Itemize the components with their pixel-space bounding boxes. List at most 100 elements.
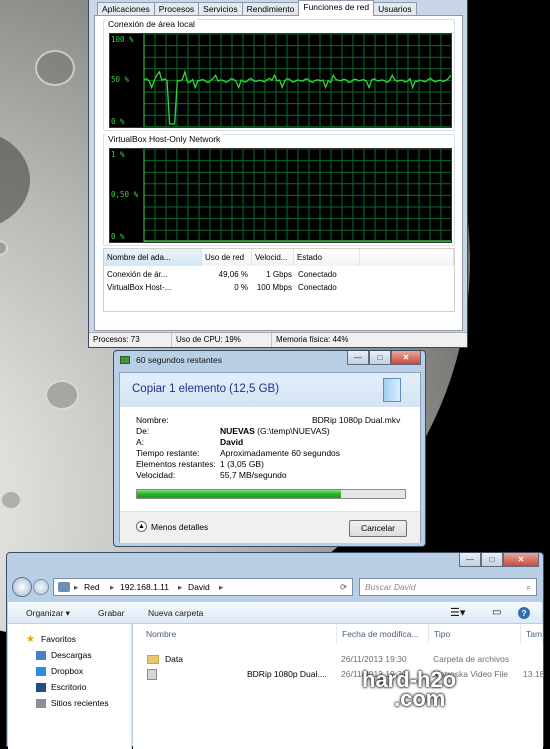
source-folder-link[interactable]: NUEVAS (220, 426, 255, 436)
table-row[interactable]: Conexión de ár... 49,06 % 1 Gbps Conecta… (104, 268, 454, 281)
nav-item-descargas[interactable]: Descargas (36, 650, 92, 660)
explorer-window: — □ ✕ ▸ Red ▸ 192.168.1.11 ▸ David ▸ ⟳ B… (6, 552, 545, 749)
list-item[interactable]: Data 26/11/2013 19:30 Carpeta de archivo… (133, 652, 543, 666)
nav-item-sitios-recientes[interactable]: Sitios recientes (36, 698, 109, 708)
column-header-date[interactable]: Fecha de modifica... (337, 624, 429, 644)
task-manager-window: Aplicaciones Procesos Servicios Rendimie… (88, 0, 468, 348)
tab-usuarios[interactable]: Usuarios (373, 2, 417, 16)
networking-panel: Conexión de área local 100 % 50 % 0 % Vi… (94, 15, 463, 331)
y-label-mid: 0,50 % (111, 190, 139, 199)
breadcrumb-david[interactable]: David (188, 579, 210, 595)
status-processes: Procesos: 73 (93, 335, 140, 344)
new-folder-button[interactable]: Nueva carpeta (148, 602, 203, 624)
column-header-usage[interactable]: Uso de red (202, 249, 252, 266)
y-label-bottom: 0 % (111, 117, 125, 126)
breadcrumb-separator-icon: ▸ (219, 582, 224, 592)
star-icon: ★ (26, 633, 35, 645)
column-header-name[interactable]: Nombre (141, 624, 337, 644)
network-graph-lan: 100 % 50 % 0 % (109, 33, 452, 128)
detail-value[interactable]: NUEVAS (G:\temp\NUEVAS) (220, 426, 330, 436)
tab-funciones-de-red[interactable]: Funciones de red (298, 0, 375, 16)
column-header-state[interactable]: Estado (294, 249, 360, 266)
adapter-name: Conexión de ár... (107, 270, 168, 279)
copy-progress-dialog: 60 segundos restantes — □ ✕ Copiar 1 ele… (113, 350, 426, 547)
dialog-body: Copiar 1 elemento (12,5 GB) Nombre: BDRi… (119, 372, 421, 543)
view-options-icon[interactable]: ☰▾ (450, 602, 465, 624)
adapter-speed: 100 Mbps (256, 283, 292, 292)
destination-folder-link[interactable]: David (220, 437, 243, 447)
preview-pane-icon[interactable]: ▭ (492, 602, 501, 624)
burn-button[interactable]: Grabar (98, 602, 124, 624)
title-bar[interactable]: 60 segundos restantes — □ ✕ (114, 351, 425, 369)
detail-value: 1 (3,05 GB) (220, 459, 264, 469)
breadcrumb-separator-icon: ▸ (74, 582, 79, 592)
nav-label: Dropbox (51, 666, 84, 676)
nav-item-escritorio[interactable]: Escritorio (36, 682, 86, 692)
nav-item-dropbox[interactable]: Dropbox (36, 666, 83, 676)
cancel-button[interactable]: Cancelar (349, 520, 407, 537)
back-button[interactable] (12, 577, 32, 597)
refresh-icon[interactable]: ⟳ (340, 579, 347, 595)
source-path: (G:\temp\NUEVAS) (257, 426, 330, 436)
search-input[interactable]: Buscar David ⌕ (359, 578, 537, 596)
detail-label: Nombre: (136, 415, 169, 425)
minimize-button[interactable]: — (459, 553, 481, 567)
site-watermark: hard-h2o .com (362, 669, 456, 710)
detail-time: Tiempo restante: Aproximadamente 60 segu… (136, 448, 340, 458)
moon-crater (45, 380, 79, 410)
less-details-label: Menos detalles (151, 521, 209, 532)
breadcrumb-ip[interactable]: 192.168.1.11 (120, 579, 169, 595)
moon-crater (35, 50, 75, 86)
maximize-button[interactable]: □ (481, 553, 503, 567)
progress-fill (137, 490, 341, 498)
tab-procesos[interactable]: Procesos (153, 2, 200, 16)
tab-servicios[interactable]: Servicios (198, 2, 243, 16)
adapter-usage: 0 % (234, 283, 248, 292)
detail-to: A: David (136, 437, 243, 447)
list-item[interactable]: BDRip 1080p Dual.... 26/11/2013 19:30 Ma… (133, 667, 545, 681)
y-label-top: 1 % (111, 150, 125, 159)
close-button[interactable]: ✕ (391, 351, 421, 365)
column-header-speed[interactable]: Velocid... (252, 249, 294, 266)
tab-rendimiento[interactable]: Rendimiento (241, 2, 300, 16)
chevron-up-icon: ▲ (136, 521, 147, 532)
graph-title-virtualbox: VirtualBox Host-Only Network (106, 134, 223, 144)
maximize-button[interactable]: □ (369, 351, 391, 365)
status-memory: Memoria física: 44% (271, 333, 348, 347)
recent-places-icon (36, 698, 46, 708)
detail-label: A: (136, 437, 145, 447)
file-name: BDRip 1080p Dual.... (247, 669, 327, 679)
organize-button[interactable]: Organizar ▾ (26, 602, 70, 624)
column-header-size[interactable]: Tam (521, 624, 543, 644)
table-row[interactable]: VirtualBox Host-... 0 % 100 Mbps Conecta… (104, 281, 454, 294)
detail-items: Elementos restantes: 1 (3,05 GB) (136, 459, 264, 469)
file-type: Carpeta de archivos (433, 654, 510, 664)
dialog-header: Copiar 1 elemento (12,5 GB) (120, 373, 420, 407)
adapter-state: Conectado (298, 270, 337, 279)
breadcrumb-red[interactable]: Red (84, 579, 100, 595)
less-details-button[interactable]: ▲ Menos detalles (136, 521, 208, 532)
file-size: 13.18 (523, 669, 545, 679)
column-header-type[interactable]: Tipo (429, 624, 521, 644)
tab-aplicaciones[interactable]: Aplicaciones (97, 2, 155, 16)
document-icon (383, 378, 401, 402)
graph-group-lan: Conexión de área local 100 % 50 % 0 % (103, 19, 455, 131)
file-date: 26/11/2013 19:30 (341, 654, 407, 664)
minimize-button[interactable]: — (347, 351, 369, 365)
moon-mare (0, 130, 30, 230)
close-button[interactable]: ✕ (503, 553, 539, 567)
column-header-name[interactable]: Nombre del ada... (104, 249, 202, 266)
tab-bar: Aplicaciones Procesos Servicios Rendimie… (97, 0, 417, 16)
network-icon (58, 582, 70, 592)
detail-value: Aproximadamente 60 segundos (220, 448, 341, 458)
address-bar[interactable]: ▸ Red ▸ 192.168.1.11 ▸ David ▸ ⟳ (53, 578, 353, 596)
search-icon[interactable]: ⌕ (526, 579, 531, 595)
help-icon[interactable]: ? (518, 607, 530, 619)
forward-button[interactable] (33, 579, 49, 595)
detail-speed: Velocidad: 55,7 MB/segundo (136, 470, 287, 480)
moon-crater (0, 490, 22, 510)
breadcrumb-separator-icon: ▸ (178, 582, 183, 592)
nav-favorites[interactable]: ★ Favoritos (26, 634, 76, 644)
adapter-table: Nombre del ada... Uso de red Velocid... … (103, 248, 455, 312)
detail-label: Elementos restantes: (136, 459, 216, 469)
